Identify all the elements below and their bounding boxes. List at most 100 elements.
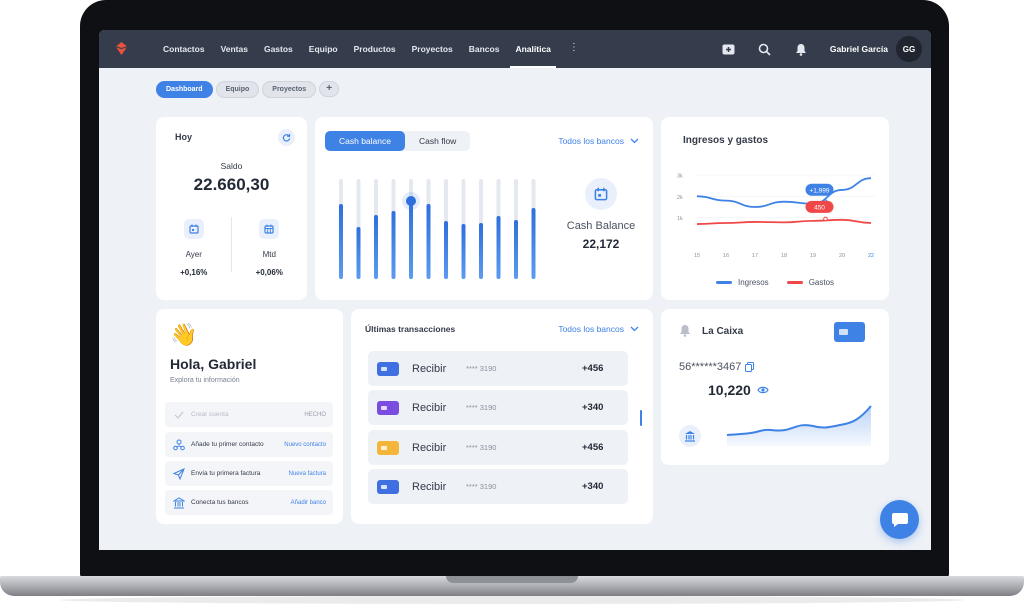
transaction-type: Recibir bbox=[412, 441, 447, 454]
bar bbox=[461, 224, 466, 279]
eye-icon[interactable] bbox=[757, 386, 769, 394]
transactions-bank-dropdown[interactable]: Todos los bancos bbox=[558, 324, 639, 334]
task-label: Añade tu primer contacto bbox=[191, 441, 264, 448]
main-nav: Contactos Ventas Gastos Equipo Productos… bbox=[155, 30, 585, 68]
tab-cash-balance[interactable]: Cash balance bbox=[325, 131, 405, 151]
tab-cash-flow[interactable]: Cash flow bbox=[405, 131, 470, 151]
cash-balance-label: Cash Balance bbox=[566, 220, 636, 232]
bar bbox=[374, 215, 378, 279]
nav-bancos[interactable]: Bancos bbox=[461, 30, 508, 68]
mtd-label: Mtd bbox=[262, 250, 276, 259]
transactions-title: Últimas transacciones bbox=[365, 324, 456, 334]
add-icon[interactable] bbox=[722, 42, 736, 56]
task-label: Crear cuenta bbox=[191, 411, 229, 418]
bar bbox=[479, 223, 483, 279]
bar bbox=[391, 211, 396, 279]
task-enviar-factura: Envía tu primera factura Nueva factura bbox=[165, 461, 333, 486]
tab-dashboard[interactable]: Dashboard bbox=[156, 81, 213, 98]
dashboard-tabs: Dashboard Equipo Proyectos + bbox=[156, 81, 340, 98]
tab-equipo[interactable]: Equipo bbox=[215, 81, 260, 98]
balance-sparkline bbox=[726, 405, 872, 446]
laptop-notch bbox=[446, 576, 578, 583]
transaction-amount: +456 bbox=[582, 442, 604, 453]
greeting: Hola, Gabriel bbox=[170, 356, 257, 372]
card-number: **** 3190 bbox=[466, 482, 497, 491]
transactions-card: Últimas transacciones Todos los bancos R… bbox=[351, 309, 653, 524]
calendar-grid-icon bbox=[259, 219, 280, 239]
today-card: Hoy Saldo 22.660,30 Ayer +0,16% Mtd +0,0… bbox=[156, 117, 307, 300]
waving-hand-icon: 👋 bbox=[170, 322, 198, 347]
search-icon[interactable] bbox=[758, 42, 772, 56]
nav-proyectos[interactable]: Proyectos bbox=[404, 30, 461, 68]
bar bbox=[339, 204, 343, 279]
transaction-row[interactable]: Recibir **** 3190 +340 bbox=[368, 469, 628, 504]
nav-productos[interactable]: Productos bbox=[346, 30, 404, 68]
task-crear-cuenta: Crear cuenta HECHO bbox=[165, 402, 333, 427]
nav-equipo[interactable]: Equipo bbox=[301, 30, 346, 68]
chevron-down-icon bbox=[630, 138, 639, 144]
x-tick-label: 16 bbox=[723, 253, 729, 259]
send-icon bbox=[172, 467, 186, 481]
user-name[interactable]: Gabriel García bbox=[830, 44, 888, 54]
bar bbox=[426, 204, 431, 279]
add-tab-button[interactable]: + bbox=[319, 81, 340, 97]
account-balance: 10,220 bbox=[708, 382, 751, 398]
legend-ingresos: Ingresos bbox=[738, 278, 769, 287]
balance-row: 10,220 bbox=[708, 382, 769, 398]
bank-name: La Caixa bbox=[702, 326, 744, 337]
transaction-type: Recibir bbox=[412, 362, 447, 375]
income-expense-chart: 3k 2k 1k 15 16 17 18 19 20 22 +1,999 450 bbox=[677, 174, 875, 259]
x-tick-label: 22 bbox=[868, 253, 874, 259]
nav-analitica[interactable]: Analítica bbox=[507, 30, 558, 68]
nav-ventas[interactable]: Ventas bbox=[213, 30, 256, 68]
scrollbar[interactable] bbox=[640, 410, 642, 426]
transaction-type: Recibir bbox=[412, 401, 447, 414]
nav-contactos[interactable]: Contactos bbox=[155, 30, 213, 68]
x-tick-label: 15 bbox=[694, 253, 700, 259]
chart-title: Ingresos y gastos bbox=[683, 135, 769, 146]
cash-balance-value: 22,172 bbox=[582, 237, 620, 251]
bell-icon[interactable] bbox=[794, 42, 808, 56]
mtd-stat: Mtd +0,06% bbox=[232, 219, 308, 277]
bar bbox=[496, 216, 501, 279]
welcome-subtitle: Explora tu información bbox=[170, 377, 240, 384]
x-tick-label: 19 bbox=[810, 253, 816, 259]
avatar[interactable]: GG bbox=[896, 36, 922, 62]
annotation-point bbox=[823, 216, 828, 222]
bell-icon[interactable] bbox=[679, 324, 691, 337]
bank-dropdown[interactable]: Todos los bancos bbox=[558, 136, 639, 146]
chat-button[interactable] bbox=[880, 500, 919, 539]
credit-card-icon bbox=[377, 479, 399, 494]
transaction-row[interactable]: Recibir **** 3190 +456 bbox=[368, 351, 628, 386]
app-logo-icon[interactable] bbox=[114, 41, 129, 56]
credit-card-icon bbox=[377, 361, 399, 376]
add-bank-link[interactable]: Añadir banco bbox=[291, 500, 326, 506]
transaction-amount: +456 bbox=[582, 363, 604, 374]
transaction-row[interactable]: Recibir **** 3190 +456 bbox=[368, 430, 628, 465]
annotation-label: +1,999 bbox=[809, 187, 829, 194]
ayer-stat: Ayer +0,16% bbox=[156, 219, 232, 277]
cash-balance-card: Cash balance Cash flow Todos los bancos … bbox=[315, 117, 653, 300]
nav-gastos[interactable]: Gastos bbox=[256, 30, 301, 68]
tab-proyectos[interactable]: Proyectos bbox=[262, 81, 317, 98]
refresh-icon[interactable] bbox=[278, 129, 295, 146]
copy-icon[interactable] bbox=[745, 362, 755, 372]
credit-card-icon[interactable] bbox=[834, 322, 865, 342]
bank-account-card: La Caixa 56******3467 10,220 bbox=[661, 309, 889, 465]
welcome-card: 👋 Hola, Gabriel Explora tu información C… bbox=[156, 309, 343, 524]
bank-icon bbox=[172, 496, 186, 510]
ayer-value: +0,16% bbox=[180, 268, 208, 277]
bar bbox=[409, 201, 413, 279]
ayer-label: Ayer bbox=[185, 250, 202, 259]
calendar-icon bbox=[585, 178, 617, 210]
app-screen: Contactos Ventas Gastos Equipo Productos… bbox=[99, 30, 931, 550]
more-menu-icon[interactable]: ⋮ bbox=[563, 30, 585, 68]
bar bbox=[531, 208, 536, 279]
transaction-row[interactable]: Recibir **** 3190 +340 bbox=[368, 390, 628, 425]
chart-legend: Ingresos Gastos bbox=[716, 278, 834, 287]
task-label: Conecta tus bancos bbox=[191, 499, 249, 506]
new-invoice-link[interactable]: Nueva factura bbox=[289, 471, 326, 477]
new-contact-link[interactable]: Nuevo contacto bbox=[284, 442, 326, 448]
chat-bubble-icon bbox=[891, 512, 908, 527]
bank-building-icon bbox=[679, 425, 701, 447]
